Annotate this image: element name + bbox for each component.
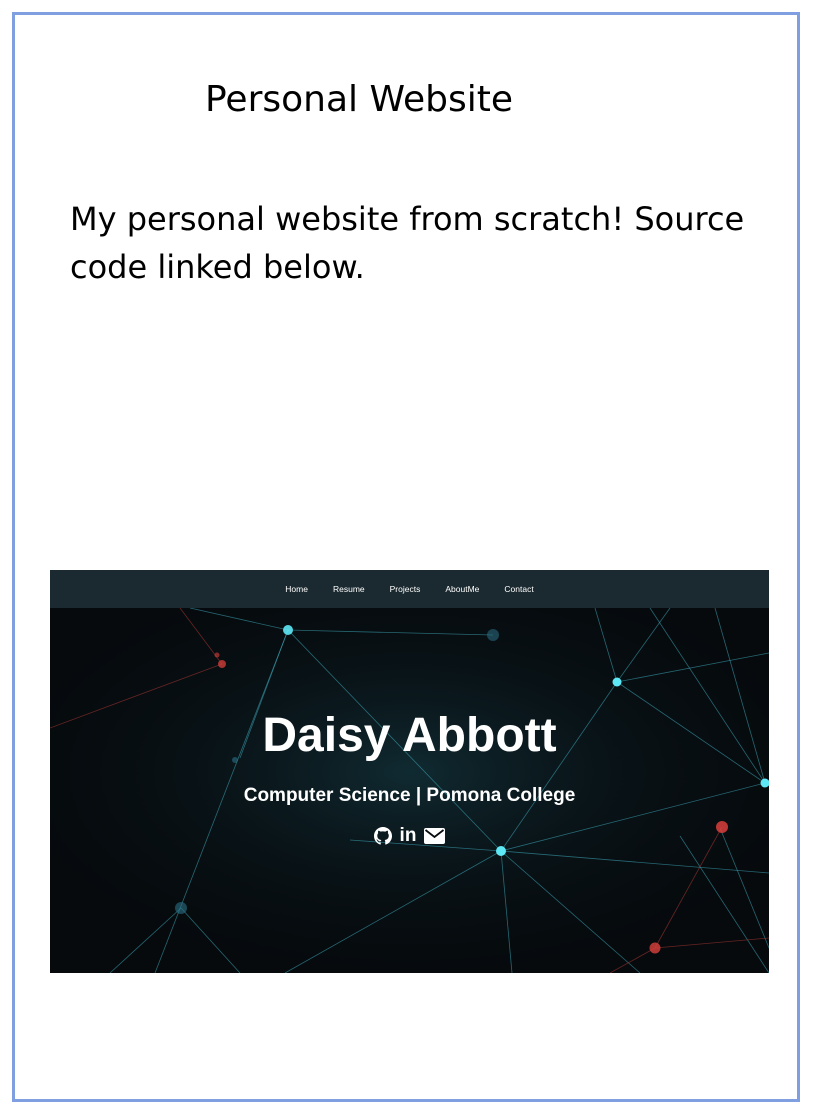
hero-name: Daisy Abbott (262, 709, 557, 762)
linkedin-icon[interactable]: in (400, 825, 417, 847)
nav-aboutme[interactable]: AboutMe (445, 584, 479, 594)
envelope-icon[interactable] (424, 828, 446, 844)
nav-contact[interactable]: Contact (504, 584, 533, 594)
social-links: in (50, 825, 769, 847)
card-description: My personal website from scratch! Source… (70, 200, 745, 286)
card-title: Personal Website (205, 79, 513, 120)
nav-resume[interactable]: Resume (333, 584, 365, 594)
nav-home[interactable]: Home (285, 584, 308, 594)
hero-subtitle: Computer Science | Pomona College (243, 785, 576, 806)
website-screenshot: Home Resume Projects AboutMe Contact Dai… (50, 570, 769, 973)
site-navbar: Home Resume Projects AboutMe Contact (50, 570, 769, 608)
project-card: Personal Website My personal website fro… (12, 12, 800, 1102)
github-icon[interactable] (373, 827, 392, 845)
linkedin-glyph: in (399, 825, 417, 846)
nav-projects[interactable]: Projects (390, 584, 421, 594)
